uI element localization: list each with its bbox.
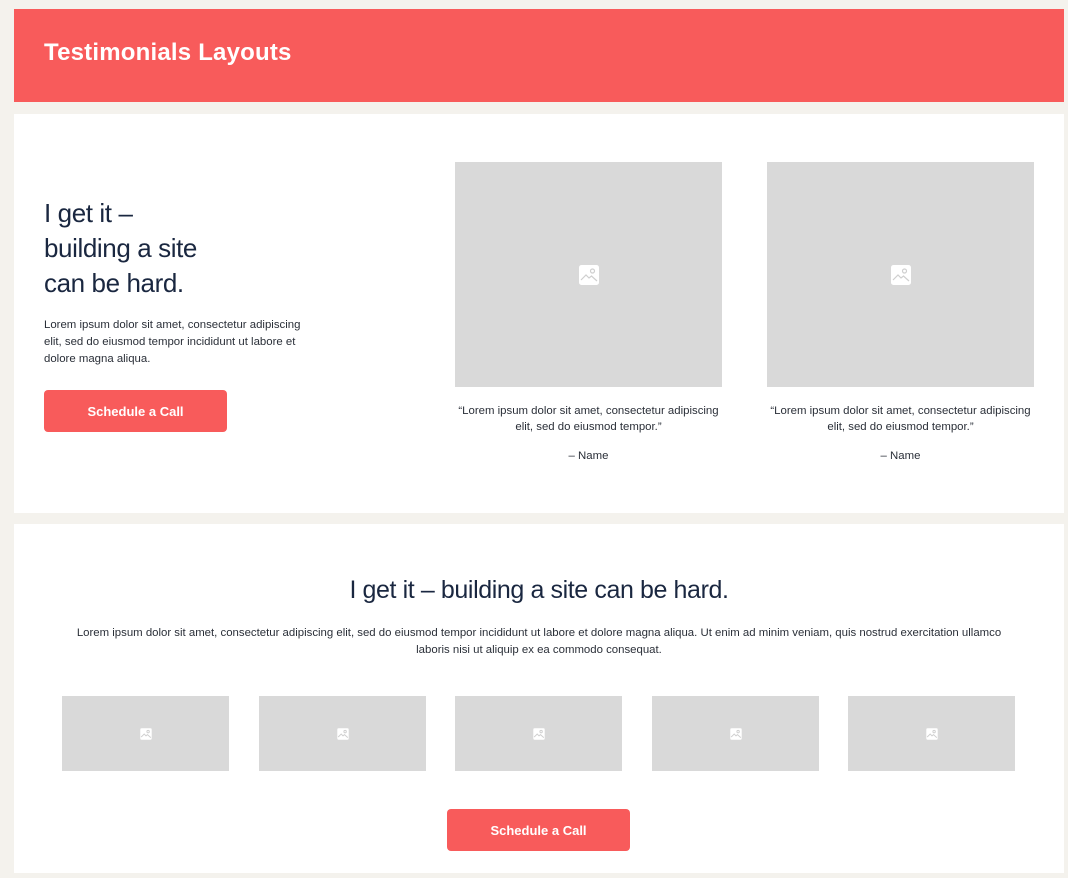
section-body: Lorem ipsum dolor sit amet, consectetur …	[76, 627, 1002, 656]
image-icon	[925, 727, 938, 740]
page-title: Testimonials Layouts	[44, 39, 292, 66]
testimonial-author: – Name	[880, 450, 921, 462]
schedule-call-button[interactable]: Schedule a Call	[44, 390, 227, 432]
testimonial-image	[455, 162, 722, 387]
image-icon	[890, 264, 911, 285]
logo-row	[62, 696, 1015, 771]
hero-body: Lorem ipsum dolor sit amet, consectetur …	[44, 319, 301, 365]
image-icon	[336, 727, 349, 740]
hero-heading-line: I get it –	[44, 198, 133, 228]
schedule-call-button[interactable]: Schedule a Call	[447, 809, 630, 851]
testimonial-card: “Lorem ipsum dolor sit amet, consectetur…	[455, 162, 722, 462]
image-icon	[729, 727, 742, 740]
hero-heading: I get it – building a site can be hard.	[44, 196, 304, 301]
image-icon	[139, 727, 152, 740]
testimonial-image	[767, 162, 1034, 387]
section-heading: I get it – building a site can be hard.	[349, 576, 729, 604]
testimonial-quote: “Lorem ipsum dolor sit amet, consectetur…	[770, 405, 1031, 433]
logo-placeholder	[259, 696, 426, 771]
logo-placeholder	[62, 696, 229, 771]
testimonial-quote: “Lorem ipsum dolor sit amet, consectetur…	[458, 405, 719, 433]
hero-heading-line: can be hard.	[44, 268, 184, 298]
testimonial-card: “Lorem ipsum dolor sit amet, consectetur…	[767, 162, 1034, 462]
hero-testimonials-panel: I get it – building a site can be hard. …	[14, 114, 1064, 513]
testimonial-author: – Name	[568, 450, 609, 462]
hero-heading-line: building a site	[44, 233, 197, 263]
centered-logos-panel: I get it – building a site can be hard. …	[14, 524, 1064, 873]
page-header: Testimonials Layouts	[14, 9, 1064, 102]
logo-placeholder	[455, 696, 622, 771]
logo-placeholder	[652, 696, 819, 771]
image-icon	[532, 727, 545, 740]
image-icon	[578, 264, 599, 285]
logo-placeholder	[848, 696, 1015, 771]
